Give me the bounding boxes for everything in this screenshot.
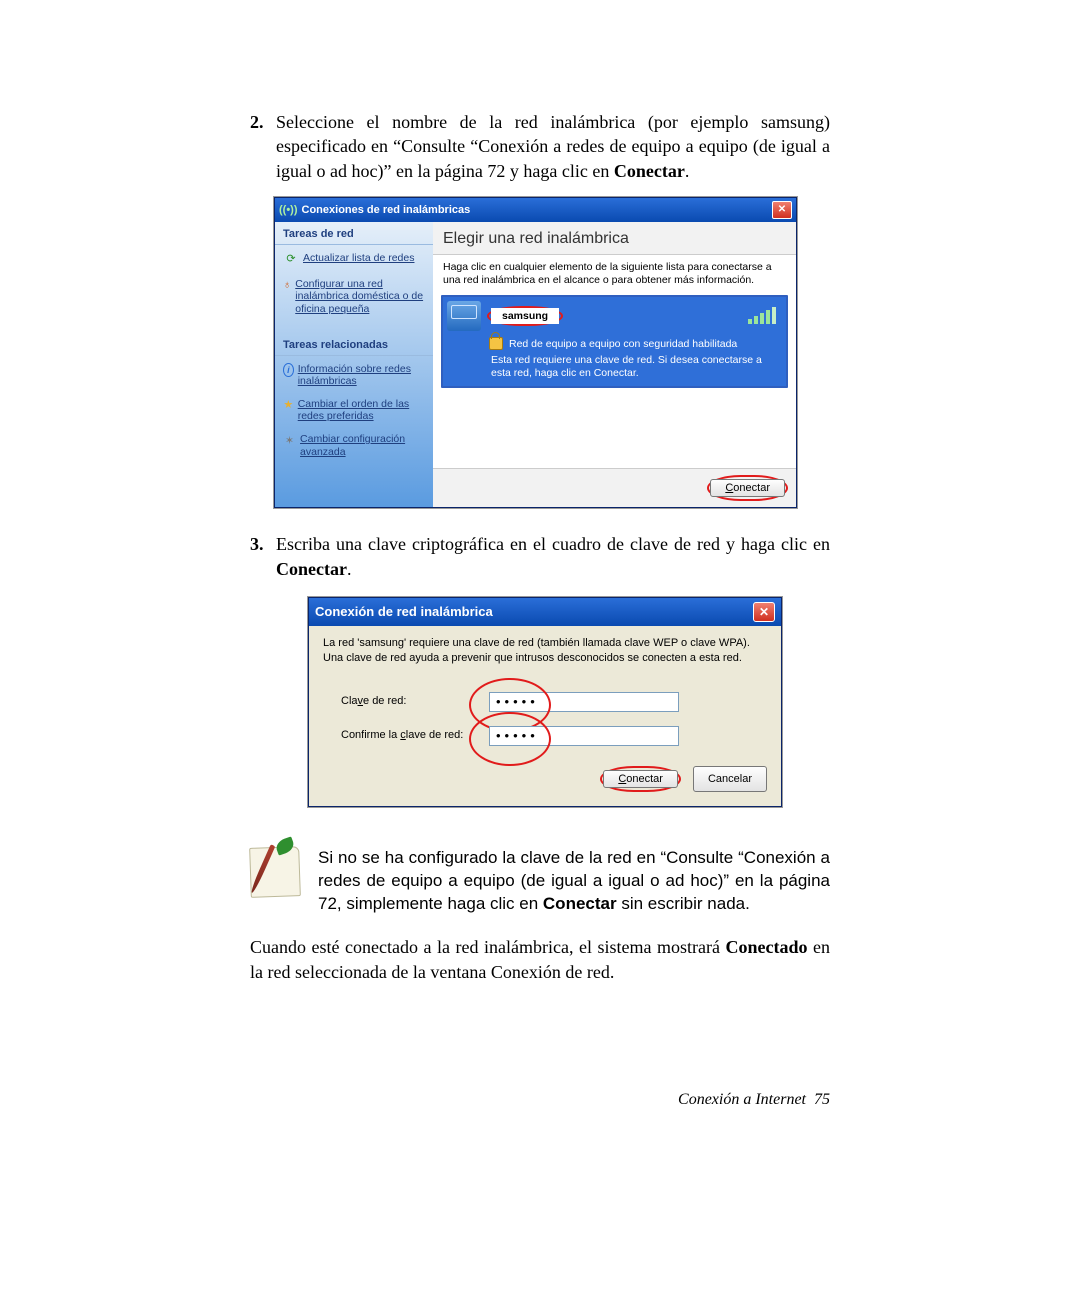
note-text: Si no se ha configurado la clave de la r… xyxy=(318,847,830,916)
network-security-line: Red de equipo a equipo con seguridad hab… xyxy=(489,337,782,350)
sidebar-item-advanced[interactable]: ✶ Cambiar configuración avanzada xyxy=(275,430,433,461)
step3-bold: Conectar xyxy=(276,559,347,579)
network-security-text: Red de equipo a equipo con seguridad hab… xyxy=(509,338,737,350)
antenna-setup-icon: ♁ xyxy=(283,278,291,292)
sidebar-adv-label: Cambiar configuración avanzada xyxy=(300,433,425,458)
star-icon: ★ xyxy=(283,398,294,412)
info-icon: i xyxy=(283,363,294,377)
sidebar-order-label: Cambiar el orden de las redes preferidas xyxy=(298,398,425,423)
sidebar-item-info[interactable]: i Información sobre redes inalámbricas xyxy=(275,360,433,391)
antenna-icon: ((•)) xyxy=(279,204,298,216)
step-3: 3. Escriba una clave criptográfica en el… xyxy=(250,532,830,581)
window-footer: CConectaronectar xyxy=(433,468,796,507)
dialog-connect-button[interactable]: Conectar xyxy=(603,770,678,788)
ssid-label: samsung xyxy=(491,308,559,324)
step-2: 2. Seleccione el nombre de la red inalám… xyxy=(250,110,830,183)
dialog-message: La red 'samsung' requiere una clave de r… xyxy=(323,636,767,666)
close-icon[interactable]: ✕ xyxy=(772,201,792,219)
confirm-key-label: Confirme la clave de red: xyxy=(323,728,489,743)
closing-paragraph: Cuando esté conectado a la red inalámbri… xyxy=(250,935,830,984)
after-t1: Cuando esté conectado a la red inalámbri… xyxy=(250,937,725,957)
page-footer: Conexión a Internet 75 xyxy=(678,1091,830,1109)
refresh-icon: ⟳ xyxy=(283,252,299,266)
dialog-titlebar[interactable]: Conexión de red inalámbrica ✕ xyxy=(309,598,781,626)
note-t2: sin escribir nada. xyxy=(617,894,750,913)
lock-icon xyxy=(489,337,503,350)
step3-t2: . xyxy=(347,559,352,579)
sidebar-setup-label: Configurar una red inalámbrica doméstica… xyxy=(295,278,425,316)
main-heading: Elegir una red inalámbrica xyxy=(433,222,796,255)
sidebar-refresh-label: Actualizar lista de redes xyxy=(303,252,414,265)
gear-icon: ✶ xyxy=(283,433,296,447)
highlight-circle-ssid: samsung xyxy=(487,306,563,326)
main-instructions: Haga clic en cualquier elemento de la si… xyxy=(433,255,796,295)
adhoc-icon xyxy=(447,301,481,331)
sidebar-header-tasks: Tareas de red xyxy=(275,222,433,245)
wireless-connections-window: ((•)) Conexiones de red inalámbricas ✕ T… xyxy=(274,197,797,509)
step-text: Seleccione el nombre de la red inalámbri… xyxy=(276,110,830,183)
network-description: Esta red requiere una clave de red. Si d… xyxy=(491,354,772,380)
network-row-samsung[interactable]: samsung Red de equipo a equipo con segur… xyxy=(441,295,788,388)
highlight-circle-dlg-connect: Conectar xyxy=(600,766,681,792)
main-panel: Elegir una red inalámbrica Haga clic en … xyxy=(433,222,796,508)
note-icon xyxy=(250,847,300,897)
confirm-key-input[interactable] xyxy=(489,726,679,746)
sidebar-item-order[interactable]: ★ Cambiar el orden de las redes preferid… xyxy=(275,395,433,426)
network-key-label: Clave de red: xyxy=(323,694,489,709)
sidebar-item-refresh[interactable]: ⟳ Actualizar lista de redes xyxy=(275,249,433,269)
step2-t1: Seleccione el nombre de la red inalámbri… xyxy=(276,112,830,181)
note-bold: Conectar xyxy=(543,894,617,913)
window-titlebar[interactable]: ((•)) Conexiones de red inalámbricas ✕ xyxy=(275,198,796,222)
signal-icon xyxy=(746,307,776,324)
sidebar-item-setup[interactable]: ♁ Configurar una red inalámbrica domésti… xyxy=(275,275,433,319)
after-bold: Conectado xyxy=(725,937,807,957)
step2-bold: Conectar xyxy=(614,161,685,181)
sidebar: Tareas de red ⟳ Actualizar lista de rede… xyxy=(275,222,433,508)
highlight-circle-connect: CConectaronectar xyxy=(707,475,788,501)
wireless-key-dialog: Conexión de red inalámbrica ✕ La red 'sa… xyxy=(308,597,782,807)
close-icon[interactable]: ✕ xyxy=(753,602,775,622)
step-text: Escriba una clave criptográfica en el cu… xyxy=(276,532,830,581)
footer-section: Conexión a Internet xyxy=(678,1091,806,1108)
step-number: 2. xyxy=(250,110,276,183)
sidebar-info-label: Información sobre redes inalámbricas xyxy=(298,363,425,388)
info-note: Si no se ha configurado la clave de la r… xyxy=(250,847,830,916)
dialog-cancel-button[interactable]: Cancelar xyxy=(693,766,767,792)
window-title: Conexiones de red inalámbricas xyxy=(302,204,471,216)
network-key-input[interactable] xyxy=(489,692,679,712)
main-instr-text: Haga clic en cualquier elemento de la si… xyxy=(443,261,772,286)
step3-t1: Escriba una clave criptográfica en el cu… xyxy=(276,534,830,554)
step-number: 3. xyxy=(250,532,276,581)
sidebar-header-related: Tareas relacionadas xyxy=(275,333,433,356)
dialog-title: Conexión de red inalámbrica xyxy=(315,604,493,619)
step2-t2: . xyxy=(685,161,690,181)
footer-page: 75 xyxy=(814,1091,830,1108)
connect-button[interactable]: CConectaronectar xyxy=(710,479,785,497)
